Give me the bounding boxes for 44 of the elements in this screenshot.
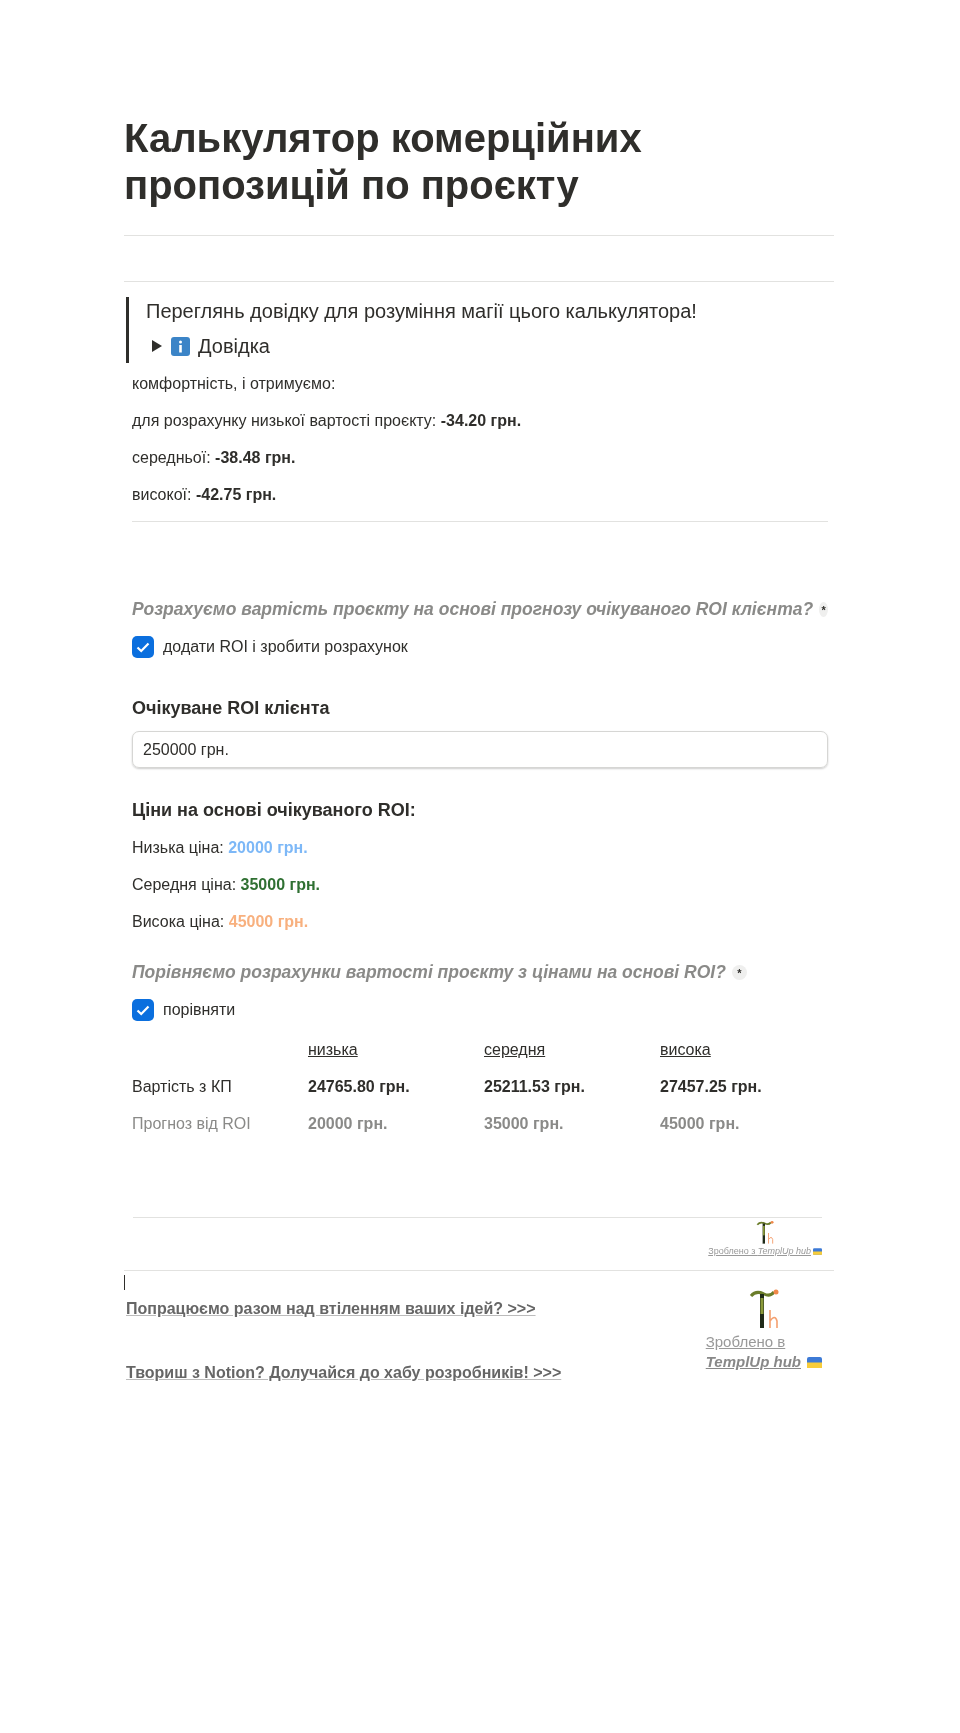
table-cell-text: 20000 грн.	[308, 1114, 389, 1134]
check-icon	[136, 641, 150, 653]
asterisk-badge: *	[731, 964, 747, 980]
column-header: висока	[660, 1040, 712, 1060]
checkbox[interactable]	[132, 999, 154, 1021]
asterisk-badge: *	[819, 601, 828, 617]
table-cell-text: 25211.53 грн.	[484, 1077, 586, 1097]
table-cell-text: 35000 грн.	[484, 1114, 565, 1134]
logo-icon	[754, 1220, 777, 1246]
result-line: комфортність, і отримуємо:	[132, 374, 337, 394]
credit-text: Зроблено з TemplUp hub	[708, 1246, 811, 1256]
flag-icon	[807, 1356, 822, 1368]
check-icon	[136, 1004, 150, 1016]
checkbox-label: порівняти	[163, 1001, 236, 1019]
row-label: Прогноз від ROI	[132, 1114, 252, 1134]
field-label: Очікуване ROI клієнта	[132, 697, 331, 720]
result-line: високої: -42.75 грн.	[132, 485, 278, 505]
section-heading: Ціни на основі очікуваного ROI:	[132, 799, 417, 822]
column-header: низька	[308, 1040, 359, 1060]
column-header: середня	[484, 1040, 547, 1060]
flag-icon	[813, 1247, 822, 1255]
price-line: Низька ціна: 20000 грн.	[132, 838, 309, 858]
result-line: середньої: -38.48 грн.	[132, 448, 297, 468]
footer-link[interactable]: Попрацюємо разом над втіленням ваших ідей? >>>	[126, 1298, 562, 1320]
row-label: Вартість з КП	[132, 1077, 233, 1097]
credit-link[interactable]: Зроблено в	[705, 1332, 786, 1352]
page-title: Калькулятор комерційних пропозицій по проєкту	[124, 115, 643, 209]
text-cursor	[124, 1275, 125, 1290]
checkbox[interactable]	[132, 636, 154, 658]
help-toggle[interactable]: Довідка	[146, 331, 276, 361]
footer-link[interactable]: Твориш з Notion? Долучайся до хабу розробників! >>>	[126, 1362, 562, 1384]
price-line: Середня ціна: 35000 грн.	[132, 875, 321, 895]
callout-text: Переглянь довідку для розуміння магії цього калькулятора!	[146, 299, 698, 324]
section-question: Розрахуємо вартість проєкту на основі прогнозу очікуваного ROI клієнта?	[132, 598, 814, 621]
table-cell-text: 45000 грн.	[660, 1114, 741, 1134]
credit-link[interactable]: TemplUp hub	[705, 1352, 801, 1372]
table-cell-text: 24765.80 грн.	[308, 1077, 411, 1097]
price-line: Висока ціна: 45000 грн.	[132, 912, 310, 932]
section-question: Порівняємо розрахунки вартості проєкту з цінами на основі ROI?	[132, 961, 726, 984]
result-line: для розрахунку низької вартості проєкту: -34.20 грн.	[132, 411, 523, 431]
table-cell-text: 27457.25 грн.	[660, 1077, 763, 1097]
input-field[interactable]: 250000 грн.	[132, 731, 828, 768]
checkbox-label: додати ROI і зробити розрахунок	[163, 638, 408, 656]
info-icon	[171, 336, 190, 356]
